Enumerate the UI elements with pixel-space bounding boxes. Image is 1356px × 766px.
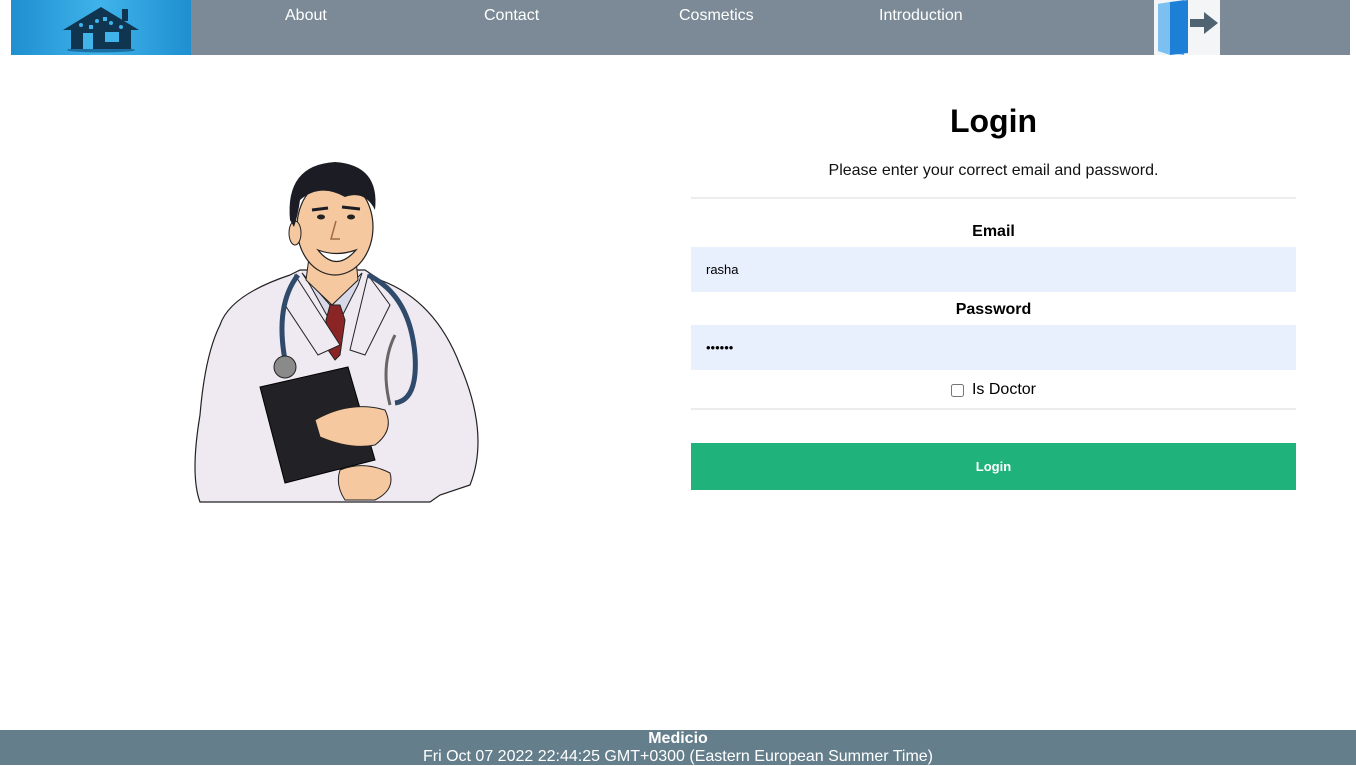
nav-link-contact[interactable]: Contact [484,7,539,25]
password-field[interactable] [691,325,1296,370]
footer: Medicio Fri Oct 07 2022 22:44:25 GMT+030… [0,730,1356,765]
password-label: Password [955,301,1032,318]
login-form: Login Please enter your correct email an… [691,95,1296,490]
footer-brand: Medicio [648,730,708,747]
email-label: Email [972,223,1015,240]
is-doctor-checkbox[interactable] [950,383,964,397]
nav-link-about[interactable]: About [285,7,327,25]
nav-link-cosmetics[interactable]: Cosmetics [679,7,754,25]
is-doctor-label: Is Doctor [971,381,1036,398]
home-logo[interactable] [11,0,191,55]
login-subtitle: Please enter your correct email and pass… [828,162,1159,179]
house-logo-icon [63,6,139,52]
login-button[interactable]: Login [691,443,1296,490]
footer-datetime: Fri Oct 07 2022 22:44:25 GMT+0300 (Easte… [422,748,934,765]
logout-button[interactable] [1154,0,1220,55]
top-navbar: About Contact Cosmetics Introduction [11,0,1350,55]
divider [691,408,1296,410]
doctor-illustration [194,162,479,503]
logout-door-icon [1158,0,1218,55]
divider [691,197,1296,199]
email-field[interactable] [691,247,1296,292]
is-doctor-row: Is Doctor [691,379,1296,401]
nav-link-introduction[interactable]: Introduction [879,7,963,25]
login-title: Login [949,103,1038,139]
